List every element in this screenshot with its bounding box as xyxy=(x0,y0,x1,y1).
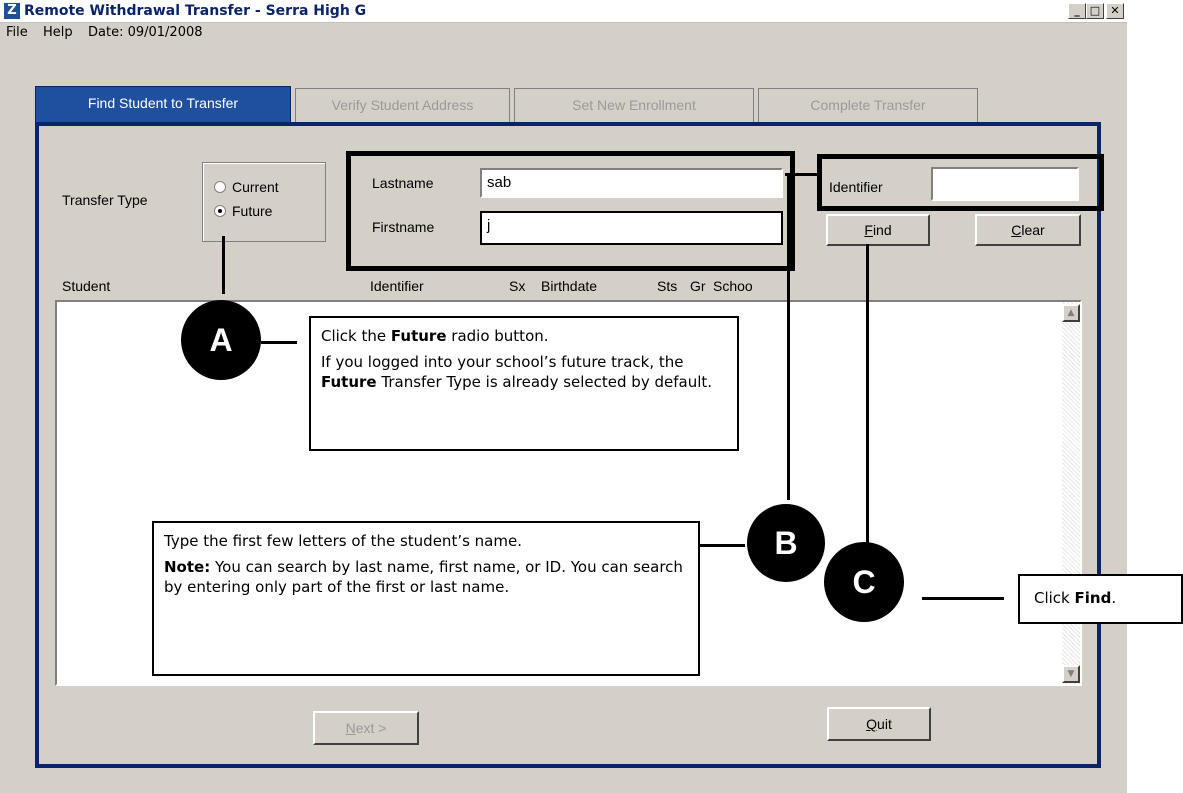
minimize-icon[interactable]: _ xyxy=(1068,3,1086,19)
title-bar[interactable]: Z Remote Withdrawal Transfer - Serra Hig… xyxy=(0,0,1127,23)
callout-b-line1: Type the first few letters of the studen… xyxy=(164,532,522,550)
app-icon: Z xyxy=(4,3,20,19)
connector-a-horizontal xyxy=(261,341,297,344)
transfer-type-label: Transfer Type xyxy=(62,192,148,208)
menu-bar: File Help Date: 09/01/2008 xyxy=(0,22,1127,44)
column-header-birthdate[interactable]: Birthdate xyxy=(541,277,597,295)
callout-b: Type the first few letters of the studen… xyxy=(152,521,700,676)
radio-future-selected-icon xyxy=(218,209,222,213)
tab-verify-address[interactable]: Verify Student Address xyxy=(295,88,510,122)
column-header-school[interactable]: Schoo xyxy=(713,277,753,295)
quit-button[interactable]: Quit xyxy=(827,707,931,741)
callout-a-line1: Click the Future radio button. xyxy=(321,327,549,345)
connector-b-horizontal xyxy=(700,544,745,547)
radio-future-label[interactable]: Future xyxy=(232,202,272,220)
connector-a-vertical xyxy=(222,236,225,294)
next-button[interactable]: Next > xyxy=(313,711,419,745)
tab-set-enrollment[interactable]: Set New Enrollment xyxy=(514,88,754,122)
connector-c-horizontal xyxy=(922,597,1004,600)
column-header-sex[interactable]: Sx xyxy=(509,277,525,295)
marker-b: B xyxy=(747,504,825,582)
marker-c: C xyxy=(824,542,904,622)
callout-a: Click the Future radio button. If you lo… xyxy=(309,316,739,451)
menu-date[interactable]: Date: 09/01/2008 xyxy=(88,22,203,44)
close-icon[interactable]: ✕ xyxy=(1106,3,1124,19)
vertical-scrollbar[interactable] xyxy=(1062,302,1080,684)
menu-help[interactable]: Help xyxy=(43,22,73,44)
scroll-down-icon[interactable]: ▼ xyxy=(1062,665,1080,683)
scroll-up-icon[interactable]: ▲ xyxy=(1062,304,1080,322)
menu-file[interactable]: File xyxy=(6,22,28,44)
connector-name-to-identifier xyxy=(785,173,820,176)
maximize-icon[interactable]: □ xyxy=(1086,3,1104,19)
highlight-box-name-fields xyxy=(346,151,795,271)
column-header-status[interactable]: Sts xyxy=(657,277,677,295)
column-header-student[interactable]: Student xyxy=(62,277,110,295)
find-button[interactable]: Find xyxy=(826,214,930,246)
highlight-box-identifier xyxy=(817,154,1104,211)
column-header-grade[interactable]: Gr xyxy=(690,277,706,295)
marker-a: A xyxy=(181,300,261,380)
tab-find-student[interactable]: Find Student to Transfer xyxy=(35,86,291,124)
radio-current[interactable] xyxy=(214,181,226,193)
connector-b-vertical xyxy=(787,173,790,500)
clear-button[interactable]: Clear xyxy=(975,214,1081,246)
callout-b-note: Note: You can search by last name, first… xyxy=(164,558,683,596)
callout-a-line2: If you logged into your school’s future … xyxy=(321,353,713,391)
tab-complete-transfer[interactable]: Complete Transfer xyxy=(758,88,978,122)
connector-c-vertical xyxy=(866,244,869,543)
radio-future[interactable] xyxy=(214,205,226,217)
column-header-identifier[interactable]: Identifier xyxy=(370,277,424,295)
callout-c: Click Find. xyxy=(1018,574,1183,624)
window-title: Remote Withdrawal Transfer - Serra High … xyxy=(24,3,367,19)
radio-current-label[interactable]: Current xyxy=(232,178,279,196)
